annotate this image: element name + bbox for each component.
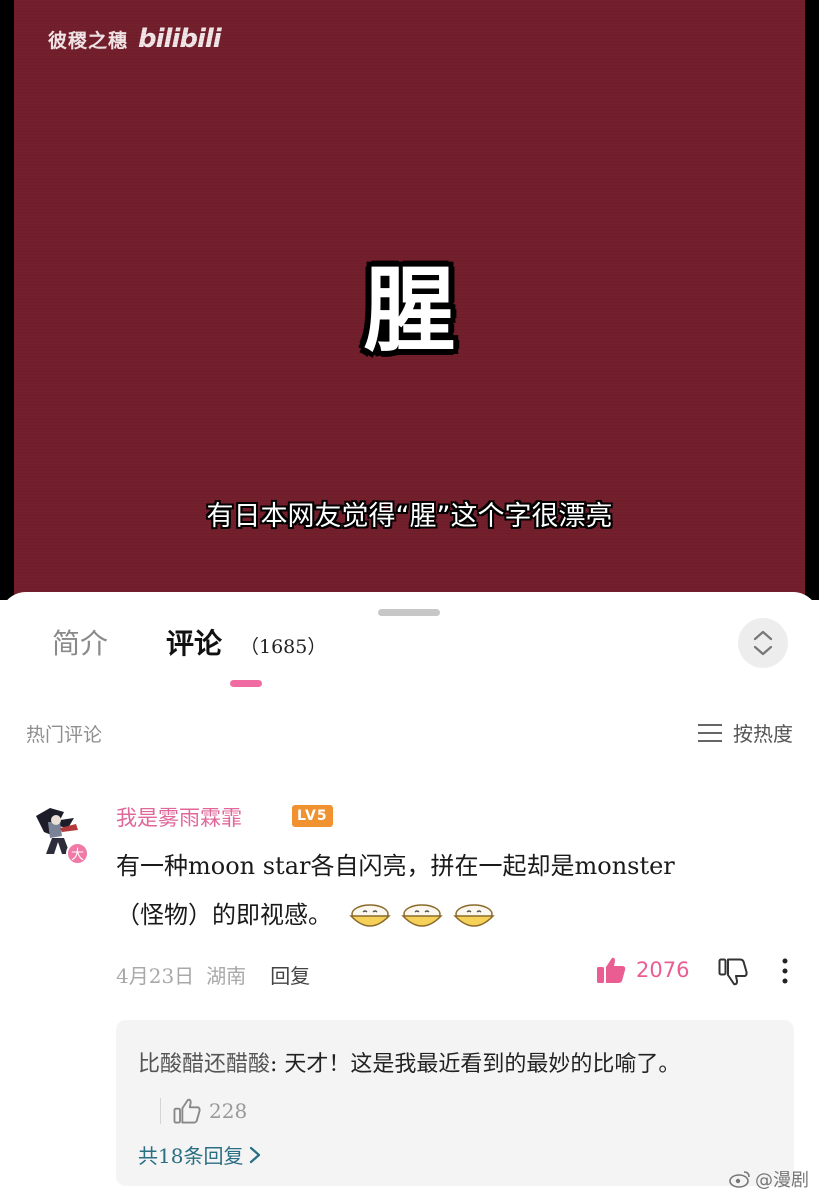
comment-meta: 4月23日 湖南 回复 (116, 960, 310, 989)
channel-name: 彼稷之穗 (48, 29, 129, 52)
like-button[interactable]: 2076 (596, 956, 689, 984)
avatar-badge: 大 (66, 842, 89, 865)
active-tab-indicator (230, 680, 262, 687)
watermark-text: @漫剧 (755, 1170, 809, 1191)
chevron-right-icon (250, 1146, 261, 1163)
sort-label: 按热度 (733, 722, 793, 746)
thumbs-up-icon (597, 957, 626, 983)
bilibili-logo: bilibili (138, 24, 222, 54)
comment-username[interactable]: 我是雾雨霖霏 (116, 802, 242, 832)
comment-location: 湖南 (206, 964, 247, 988)
comment-body: 有一种moon star各自闪亮，拼在一起却是monster （怪物）的即视感。 (116, 842, 806, 940)
thumbs-up-icon (173, 1098, 201, 1124)
video-subtitle: 有日本网友觉得“腥”这个字很漂亮 (206, 501, 613, 532)
level-badge: LV5 (292, 805, 333, 827)
chevron-up-down-icon (753, 630, 773, 656)
more-vertical-icon (782, 958, 788, 984)
comment-date: 4月23日 (116, 964, 195, 988)
reply-text: : 天才！这是我最近看到的最妙的比喻了。 (270, 1052, 681, 1077)
dislike-button[interactable] (718, 958, 748, 990)
reply-button[interactable]: 回复 (270, 960, 310, 989)
view-more-replies-link[interactable]: 共18条回复 (138, 1140, 261, 1169)
comment-count: （1685） (240, 636, 327, 658)
comment-line-2-text: （怪物）的即视感。 (116, 901, 332, 929)
sort-by-hot-button[interactable]: 按热度 (697, 718, 793, 747)
reply-like-count: 228 (209, 1099, 248, 1123)
reply-body: 比酸醋还醋酸: 天才！这是我最近看到的最妙的比喻了。 228 (138, 1042, 778, 1134)
comment-line-2: （怪物）的即视感。 (116, 891, 806, 940)
list-sort-icon (698, 723, 722, 742)
comments-sheet: 简介 评论 （1685） 热门评论 按热度 大 我是雾雨霖霏 LV5 有一种mo… (0, 592, 819, 1200)
expand-collapse-button[interactable] (738, 618, 788, 668)
comment-line-1: 有一种moon star各自闪亮，拼在一起却是monster (116, 852, 675, 880)
more-replies-label: 共18条回复 (138, 1144, 244, 1168)
tab-intro[interactable]: 简介 (52, 622, 108, 662)
rice-bowl-emoji-icon (452, 903, 495, 927)
tab-comments[interactable]: 评论 (166, 622, 222, 662)
weibo-watermark: @漫剧 (729, 1166, 809, 1192)
channel-watermark: 彼稷之穗 bilibili (48, 24, 222, 54)
sheet-drag-handle[interactable] (378, 609, 440, 616)
video-player[interactable]: 彼稷之穗 bilibili 腥 有日本网友觉得“腥”这个字很漂亮 (0, 0, 819, 600)
thumbs-down-icon (718, 958, 748, 986)
weibo-logo-icon (729, 1171, 750, 1188)
video-big-character: 腥 (363, 257, 456, 364)
more-options-button[interactable] (780, 958, 790, 988)
hot-comments-label: 热门评论 (26, 724, 103, 746)
reply-preview-box[interactable]: 比酸醋还醋酸: 天才！这是我最近看到的最妙的比喻了。 228 共18条回复 (116, 1020, 794, 1186)
like-count: 2076 (636, 958, 690, 982)
reply-like-button[interactable]: 228 (160, 1098, 247, 1124)
rice-bowl-emoji-icon (348, 903, 391, 927)
reply-author[interactable]: 比酸醋还醋酸 (138, 1052, 270, 1077)
rice-bowl-emoji-icon (400, 903, 443, 927)
